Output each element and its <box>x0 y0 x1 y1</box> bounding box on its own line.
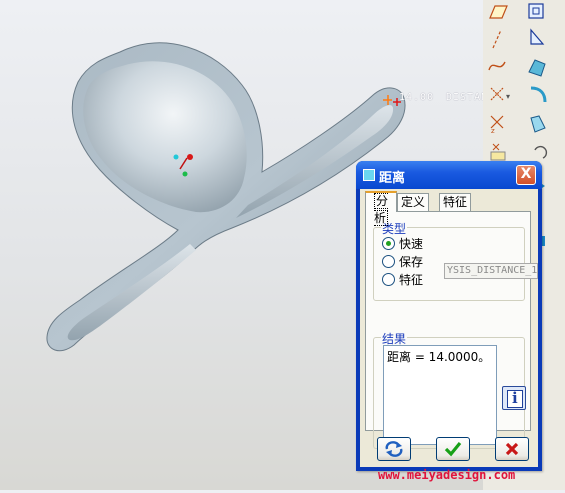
info-icon: i <box>512 389 518 407</box>
result-group: 结果 距离 = 14.0000。 i <box>373 330 526 449</box>
cancel-button[interactable] <box>495 437 529 461</box>
tab-define[interactable]: 定义 <box>397 193 429 211</box>
radio-save-label: 保存 <box>399 255 424 269</box>
info-button[interactable]: i <box>502 386 526 410</box>
dimension-value: 14.00 <box>399 92 435 103</box>
type-group: 类型 快速 保存 特征 YSIS_DISTANCE_1 <box>373 220 538 301</box>
radio-indicator <box>382 255 395 268</box>
checkmark-icon <box>444 441 462 457</box>
tab-feature[interactable]: 特征 <box>439 193 471 211</box>
svg-text:z: z <box>491 127 495 135</box>
radio-feature[interactable]: 特征 <box>382 272 423 288</box>
tab-panel: 类型 快速 保存 特征 YSIS_DISTANCE_1 结果 距离 = 14.0… <box>365 211 538 449</box>
spoon-lower-channel <box>67 244 196 341</box>
rotate-icon[interactable] <box>534 145 548 159</box>
datum-surface-icon[interactable] <box>528 59 546 77</box>
distance-dialog: 距离 X 分析 定义 特征 类型 快速 保存 特征 YSIS_DISTANCE_… <box>356 161 542 471</box>
datum-plane-corner-icon[interactable] <box>530 28 545 45</box>
dialog-titlebar[interactable]: 距离 X <box>356 161 542 189</box>
repeat-button[interactable] <box>377 437 411 461</box>
svg-text:▾: ▾ <box>506 92 510 101</box>
edge-icon[interactable] <box>530 115 546 133</box>
radio-indicator <box>382 237 395 250</box>
tab-analysis-label: 分析 <box>373 193 388 226</box>
dialog-client: 分析 定义 特征 类型 快速 保存 特征 YSIS_DISTANCE_1 结果 … <box>360 189 538 467</box>
radio-indicator <box>382 273 395 286</box>
dialog-app-icon <box>363 169 375 181</box>
tab-analysis[interactable]: 分析 <box>365 191 397 226</box>
curve-icon[interactable] <box>488 61 506 71</box>
radio-save[interactable]: 保存 <box>382 254 423 270</box>
fillet-icon[interactable] <box>530 86 547 103</box>
radio-quick-label: 快速 <box>399 237 424 251</box>
radio-quick[interactable]: 快速 <box>382 236 423 252</box>
repeat-icon <box>385 441 403 457</box>
datum-plane-icon[interactable] <box>528 3 544 19</box>
analysis-name-field[interactable]: YSIS_DISTANCE_1 <box>444 263 538 279</box>
ok-button[interactable] <box>436 437 470 461</box>
dialog-title: 距离 <box>379 171 406 186</box>
parallelogram-plane-icon[interactable] <box>489 5 508 19</box>
point-offset-icon[interactable] <box>490 143 506 161</box>
point-cross-icon[interactable]: ▾ <box>490 87 510 101</box>
result-text-area[interactable]: 距离 = 14.0000。 <box>383 345 497 445</box>
point-array-icon[interactable]: z <box>490 115 504 135</box>
cancel-x-icon <box>505 442 519 456</box>
axis-line-icon[interactable] <box>492 29 502 49</box>
radio-feature-label: 特征 <box>399 273 424 287</box>
close-button[interactable]: X <box>516 165 536 185</box>
watermark: www.meiyadesign.com <box>378 468 516 482</box>
